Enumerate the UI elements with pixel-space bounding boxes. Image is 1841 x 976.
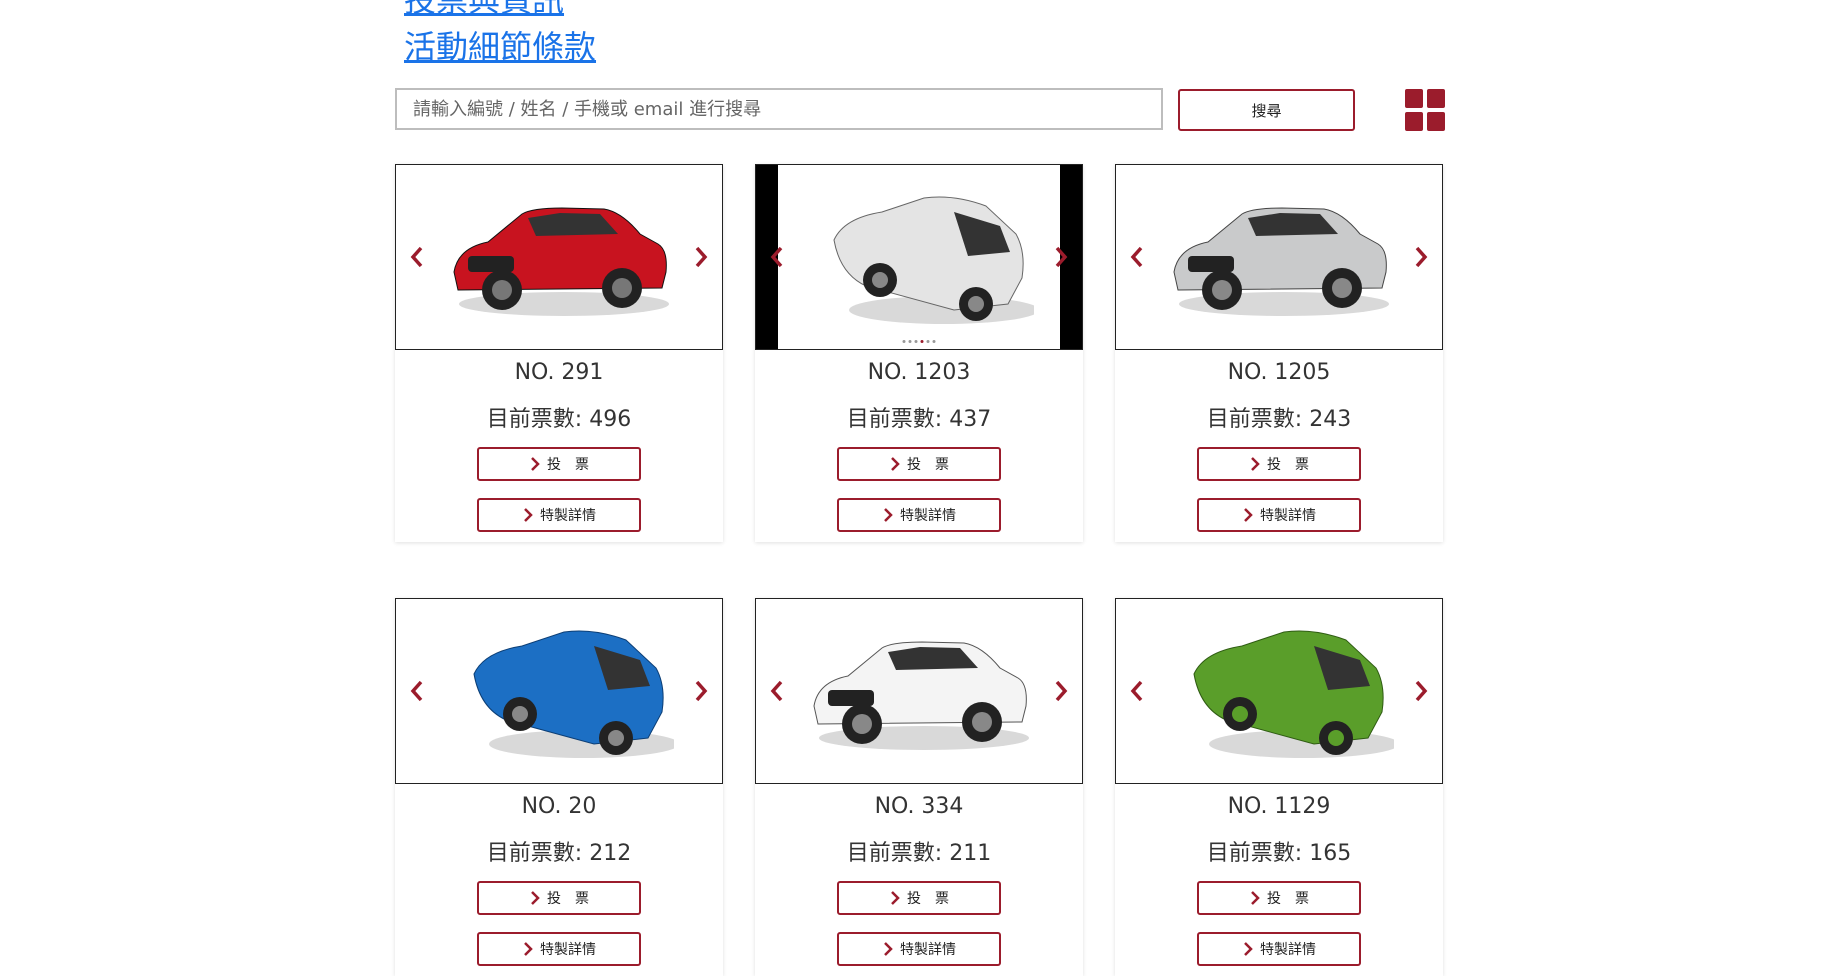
vote-count: 目前票數: 212 <box>486 841 632 866</box>
car-image-carousel <box>1115 598 1443 784</box>
car-image <box>473 630 674 758</box>
entry-number: NO. 20 <box>521 794 597 819</box>
car-image-carousel <box>755 598 1083 784</box>
vote-button[interactable]: 投票 <box>1197 447 1361 481</box>
carousel-prev-icon[interactable] <box>404 671 430 711</box>
entry-number: NO. 1129 <box>1227 794 1331 819</box>
carousel-prev-icon[interactable] <box>764 237 790 277</box>
vote-count: 目前票數: 496 <box>486 407 632 432</box>
carousel-next-icon[interactable] <box>1408 237 1434 277</box>
entry-number: NO. 1205 <box>1227 360 1331 385</box>
carousel-prev-icon[interactable] <box>1124 671 1150 711</box>
car-image <box>1193 630 1394 758</box>
entry-card: NO. 291 目前票數: 496 投票 特製詳情 <box>395 164 723 542</box>
chevron-right-icon <box>891 457 900 471</box>
vote-count: 目前票數: 165 <box>1206 841 1352 866</box>
entry-number: NO. 1203 <box>867 360 971 385</box>
car-image <box>1173 207 1389 316</box>
vote-button[interactable]: 投票 <box>837 881 1001 915</box>
carousel-prev-icon[interactable] <box>1124 237 1150 277</box>
car-image-carousel <box>1115 164 1443 350</box>
search-bar: 搜尋 <box>395 88 1445 132</box>
chevron-right-icon <box>1244 508 1253 522</box>
info-link[interactable]: 投票與資訊 <box>404 0 564 20</box>
vote-button[interactable]: 投票 <box>837 447 1001 481</box>
entry-card: NO. 20 目前票數: 212 投票 特製詳情 <box>395 598 723 976</box>
vote-button[interactable]: 投票 <box>477 447 641 481</box>
carousel-next-icon[interactable] <box>1408 671 1434 711</box>
chevron-right-icon <box>1251 891 1260 905</box>
vote-count: 目前票數: 243 <box>1206 407 1352 432</box>
chevron-right-icon <box>1251 457 1260 471</box>
car-image-carousel <box>755 164 1083 350</box>
car-image <box>833 196 1034 324</box>
carousel-next-icon[interactable] <box>688 671 714 711</box>
chevron-right-icon <box>884 942 893 956</box>
entry-number: NO. 291 <box>514 360 604 385</box>
car-image-carousel <box>395 164 723 350</box>
search-input[interactable] <box>395 88 1163 130</box>
vote-button[interactable]: 投票 <box>1197 881 1361 915</box>
vote-count: 目前票數: 437 <box>846 407 992 432</box>
grid-view-icon[interactable] <box>1405 89 1445 131</box>
carousel-next-icon[interactable] <box>1048 671 1074 711</box>
chevron-right-icon <box>531 457 540 471</box>
details-button[interactable]: 特製詳情 <box>837 932 1001 966</box>
terms-link[interactable]: 活動細節條款 <box>404 27 596 67</box>
carousel-next-icon[interactable] <box>688 237 714 277</box>
chevron-right-icon <box>884 508 893 522</box>
details-button[interactable]: 特製詳情 <box>477 498 641 532</box>
chevron-right-icon <box>524 942 533 956</box>
details-button[interactable]: 特製詳情 <box>837 498 1001 532</box>
entry-card: NO. 1129 目前票數: 165 投票 特製詳情 <box>1115 598 1443 976</box>
car-image <box>813 641 1029 750</box>
car-image-carousel <box>395 598 723 784</box>
chevron-right-icon <box>531 891 540 905</box>
chevron-right-icon <box>1244 942 1253 956</box>
vote-button[interactable]: 投票 <box>477 881 641 915</box>
car-image <box>453 207 669 316</box>
details-button[interactable]: 特製詳情 <box>1197 932 1361 966</box>
entry-card: NO. 334 目前票數: 211 投票 特製詳情 <box>755 598 1083 976</box>
details-button[interactable]: 特製詳情 <box>477 932 641 966</box>
chevron-right-icon <box>891 891 900 905</box>
entry-number: NO. 334 <box>874 794 964 819</box>
carousel-next-icon[interactable] <box>1048 237 1074 277</box>
carousel-prev-icon[interactable] <box>404 237 430 277</box>
vote-count: 目前票數: 211 <box>846 841 992 866</box>
details-button[interactable]: 特製詳情 <box>1197 498 1361 532</box>
carousel-dots[interactable] <box>902 340 936 343</box>
carousel-prev-icon[interactable] <box>764 671 790 711</box>
entry-card: NO. 1205 目前票數: 243 投票 特製詳情 <box>1115 164 1443 542</box>
chevron-right-icon <box>524 508 533 522</box>
search-button[interactable]: 搜尋 <box>1178 89 1355 131</box>
entry-card: NO. 1203 目前票數: 437 投票 特製詳情 <box>755 164 1083 542</box>
